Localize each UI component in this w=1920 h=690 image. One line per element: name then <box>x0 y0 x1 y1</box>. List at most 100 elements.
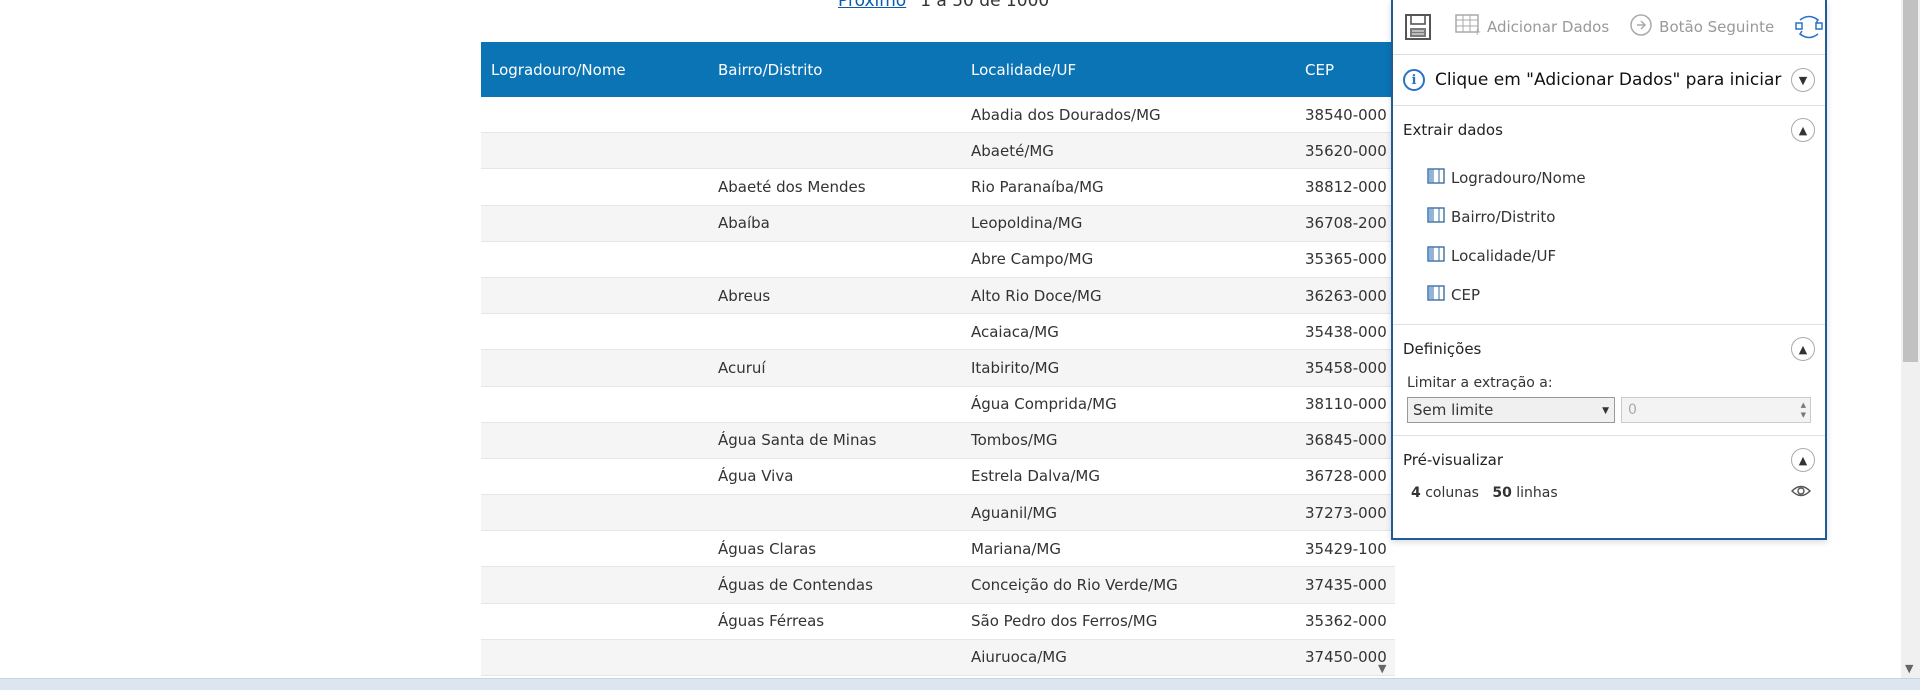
cell-localidade: Leopoldina/MG <box>971 214 1083 233</box>
cell-localidade: Abre Campo/MG <box>971 250 1094 269</box>
cell-localidade: Aiuruoca/MG <box>971 648 1067 667</box>
extract-field-item[interactable]: Localidade/UF <box>1427 236 1815 275</box>
extract-field-item[interactable]: Bairro/Distrito <box>1427 197 1815 236</box>
table-row: Águas de Contendas Conceição do Rio Verde… <box>481 567 1395 604</box>
dropdown-arrow-icon: ▼ <box>1602 406 1609 416</box>
cell-cep: 37273-000 <box>1305 503 1387 522</box>
columns-count: 4 <box>1411 485 1421 501</box>
cell-localidade: Itabirito/MG <box>971 358 1060 377</box>
inner-scroll-down-arrow[interactable]: ▼ <box>1378 662 1386 675</box>
table-row: Água Viva Estrela Dalva/MG 36728-000 <box>481 459 1395 496</box>
cell-bairro: Abaeté dos Mendes <box>718 177 866 196</box>
scroll-down-arrow[interactable]: ▼ <box>1905 662 1913 675</box>
hint-text: Clique em "Adicionar Dados" para iniciar <box>1435 70 1782 90</box>
extract-field-item[interactable]: CEP <box>1427 275 1815 314</box>
column-icon <box>1427 206 1451 227</box>
column-icon <box>1427 245 1451 266</box>
chevron-up-icon[interactable]: ▲ <box>1791 448 1815 472</box>
limit-number-value: 0 <box>1628 402 1637 418</box>
info-icon: i <box>1403 69 1425 91</box>
extract-field-list: Logradouro/Nome Bairro/Distrito Localidade… <box>1403 154 1815 324</box>
table-row: Abaeté dos Mendes Rio Paranaíba/MG 38812-0… <box>481 169 1395 206</box>
extract-field-label: Localidade/UF <box>1451 246 1557 265</box>
cell-localidade: Acaiaca/MG <box>971 322 1059 341</box>
cell-localidade: São Pedro dos Ferros/MG <box>971 612 1158 631</box>
extract-field-item[interactable]: Logradouro/Nome <box>1427 158 1815 197</box>
cell-cep: 35362-000 <box>1305 612 1387 631</box>
cell-bairro: Águas de Contendas <box>718 576 873 595</box>
table-row: Abre Campo/MG 35365-000 <box>481 242 1395 278</box>
next-button-label: Botão Seguinte <box>1659 18 1775 36</box>
cell-bairro: Água Santa de Minas <box>718 431 877 450</box>
cell-cep: 37435-000 <box>1305 576 1387 595</box>
table-row: Águas Claras Mariana/MG 35429-100 <box>481 531 1395 568</box>
refresh-icon[interactable] <box>1794 14 1824 40</box>
extract-field-label: CEP <box>1451 285 1480 304</box>
rows-label: linhas <box>1516 485 1558 501</box>
cell-cep: 35620-000 <box>1305 141 1387 160</box>
preview-title: Pré-visualizar <box>1403 451 1503 469</box>
table-row: Águas Férreas São Pedro dos Ferros/MG 3536… <box>481 604 1395 640</box>
table-header: Logradouro/Nome Bairro/Distrito Localida… <box>481 42 1395 97</box>
next-button-selector[interactable]: Botão Seguinte <box>1629 13 1774 41</box>
cell-bairro: Abreus <box>718 286 771 305</box>
pagination-range: 1 a 50 de 1000 <box>920 0 1050 11</box>
save-icon[interactable] <box>1403 12 1433 42</box>
cell-cep: 35429-100 <box>1305 539 1387 558</box>
hint-section: i Clique em "Adicionar Dados" para inici… <box>1393 55 1825 106</box>
svg-text:+: + <box>1473 27 1481 36</box>
cell-localidade: Rio Paranaíba/MG <box>971 177 1104 196</box>
page-scrollbar-thumb[interactable] <box>1903 0 1918 362</box>
cell-localidade: Mariana/MG <box>971 539 1061 558</box>
add-data-button[interactable]: + Adicionar Dados <box>1455 14 1609 40</box>
cell-bairro: Acuruí <box>718 358 766 377</box>
next-arrow-icon <box>1629 13 1653 41</box>
limit-select-value: Sem limite <box>1413 401 1494 419</box>
cell-cep: 38812-000 <box>1305 177 1387 196</box>
extract-section: Extrair dados ▲ Logradouro/Nome Bairro/Di… <box>1393 106 1825 325</box>
table-row: Abadia dos Dourados/MG 38540-000 <box>481 97 1395 134</box>
table-row: Abaeté/MG 35620-000 <box>481 133 1395 170</box>
cell-bairro: Águas Férreas <box>718 612 825 631</box>
cell-localidade: Abaeté/MG <box>971 141 1054 160</box>
add-table-icon: + <box>1455 14 1481 40</box>
cell-bairro: Abaíba <box>718 214 770 233</box>
next-page-link[interactable]: Próximo <box>838 0 906 11</box>
limit-label: Limitar a extração a: <box>1407 375 1553 391</box>
table-row: Abaíba Leopoldina/MG 36708-200 <box>481 205 1395 242</box>
limit-number-input[interactable]: 0 ▲ ▼ <box>1621 397 1811 423</box>
table-body: Abadia dos Dourados/MG 38540-000 Abaeté/MG… <box>481 97 1395 676</box>
column-icon <box>1427 284 1451 305</box>
cell-localidade: Alto Rio Doce/MG <box>971 286 1102 305</box>
extract-title: Extrair dados <box>1403 121 1503 139</box>
pagination: Próximo 1 a 50 de 1000 <box>838 0 1049 11</box>
chevron-up-icon[interactable]: ▲ <box>1791 337 1815 361</box>
rows-count: 50 <box>1492 485 1512 501</box>
cell-cep: 36728-000 <box>1305 467 1387 486</box>
extract-field-label: Bairro/Distrito <box>1451 207 1556 226</box>
taskbar-strip <box>0 678 1920 690</box>
cell-cep: 36708-200 <box>1305 214 1387 233</box>
eye-icon[interactable] <box>1791 484 1811 502</box>
columns-label: colunas <box>1425 485 1479 501</box>
header-cep: CEP <box>1305 60 1334 79</box>
cell-bairro: Água Viva <box>718 467 794 486</box>
chevron-down-icon[interactable]: ▼ <box>1791 68 1815 92</box>
cell-cep: 35458-000 <box>1305 358 1387 377</box>
header-localidade: Localidade/UF <box>971 60 1077 79</box>
spinner-icon[interactable]: ▲ ▼ <box>1801 400 1806 420</box>
table-row: Aguanil/MG 37273-000 <box>481 495 1395 532</box>
limit-select[interactable]: Sem limite ▼ <box>1407 397 1615 423</box>
header-bairro: Bairro/Distrito <box>718 60 823 79</box>
cell-localidade: Água Comprida/MG <box>971 395 1117 414</box>
cell-cep: 36845-000 <box>1305 431 1387 450</box>
panel-toolbar: + Adicionar Dados Botão Seguinte <box>1393 0 1825 55</box>
table-row: Água Santa de Minas Tombos/MG 36845-000 <box>481 422 1395 459</box>
results-table: Logradouro/Nome Bairro/Distrito Localida… <box>481 42 1395 676</box>
preview-summary: 4 colunas 50 linhas <box>1403 484 1815 516</box>
table-row: Água Comprida/MG 38110-000 <box>481 387 1395 423</box>
settings-section: Definições ▲ Limitar a extração a: Sem l… <box>1393 325 1825 436</box>
extraction-panel: + Adicionar Dados Botão Seguinte i Cliqu… <box>1391 0 1827 540</box>
chevron-up-icon[interactable]: ▲ <box>1791 118 1815 142</box>
cell-localidade: Estrela Dalva/MG <box>971 467 1100 486</box>
